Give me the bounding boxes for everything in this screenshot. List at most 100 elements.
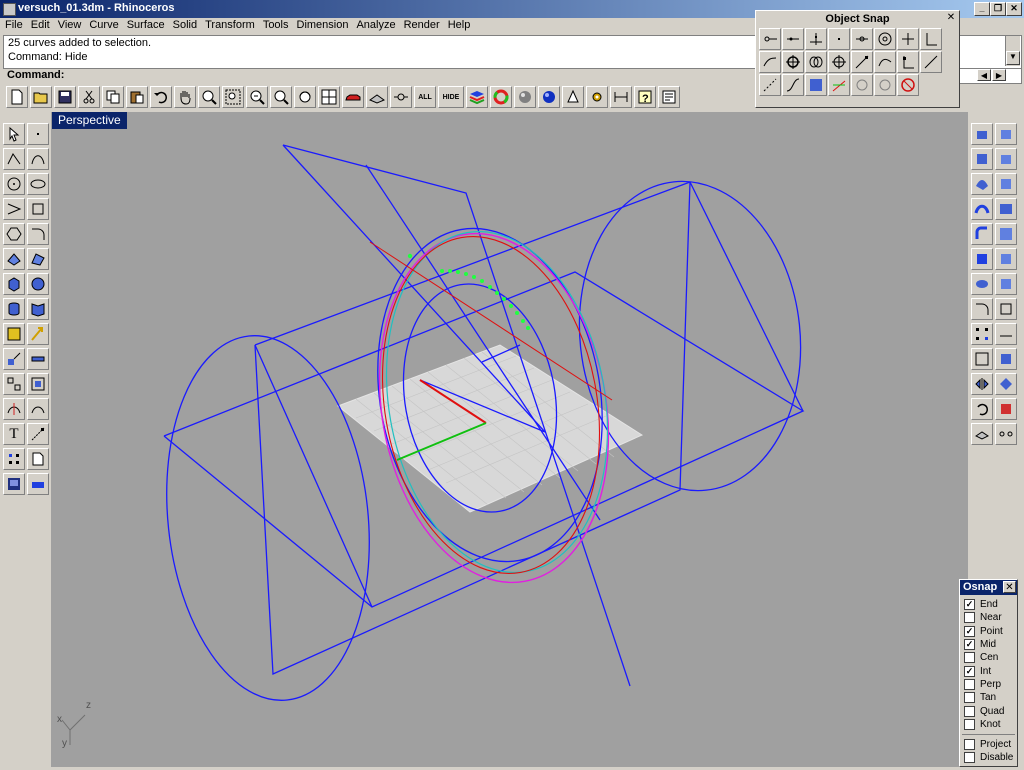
scroll-down-icon[interactable]: ▼ xyxy=(1006,51,1020,65)
cylinder-icon[interactable] xyxy=(3,298,25,320)
osnap-checkbox[interactable] xyxy=(964,752,975,764)
circle-icon[interactable] xyxy=(3,173,25,195)
chamfer-icon[interactable] xyxy=(995,298,1017,320)
viewport-title-perspective[interactable]: Perspective xyxy=(52,112,127,129)
scroll-right-icon[interactable]: ▶ xyxy=(992,69,1006,81)
polyline-icon[interactable] xyxy=(3,148,25,170)
palette-close-button[interactable]: ✕ xyxy=(945,12,957,24)
snap-ortho-icon[interactable] xyxy=(920,51,942,73)
osnap-option-cen[interactable]: Cen xyxy=(960,651,1017,664)
zoom-selected-icon[interactable] xyxy=(270,86,292,108)
zoom-icon[interactable] xyxy=(198,86,220,108)
sweep-icon[interactable] xyxy=(995,148,1017,170)
snap-project-icon[interactable] xyxy=(828,74,850,96)
minimize-button[interactable]: _ xyxy=(974,2,990,16)
control-points-icon[interactable] xyxy=(971,323,993,345)
osnap-option-end[interactable]: ✓ End xyxy=(960,598,1017,611)
rotate-icon[interactable] xyxy=(971,398,993,420)
menu-render[interactable]: Render xyxy=(401,18,443,33)
dimension-tool-icon[interactable] xyxy=(27,423,49,445)
command-line[interactable]: Command: xyxy=(3,68,755,83)
scroll-left-icon[interactable]: ◀ xyxy=(977,69,991,81)
osnap-close-button[interactable]: ✕ xyxy=(1003,581,1016,593)
osnap-option-project[interactable]: Project xyxy=(960,738,1017,751)
menu-file[interactable]: File xyxy=(2,18,26,33)
copy-icon[interactable] xyxy=(102,86,124,108)
show-all-button[interactable]: ALL xyxy=(414,86,436,108)
loft-icon[interactable] xyxy=(995,123,1017,145)
extrude-curve-icon[interactable] xyxy=(995,248,1017,270)
snap-along-icon[interactable] xyxy=(874,51,896,73)
grid-plane-icon[interactable] xyxy=(366,86,388,108)
points-icon[interactable] xyxy=(3,448,25,470)
rebuild-icon[interactable] xyxy=(995,323,1017,345)
snap-perp-icon[interactable] xyxy=(920,28,942,50)
snap-quad-icon[interactable] xyxy=(782,51,804,73)
arc-icon[interactable] xyxy=(3,198,25,220)
render-icon[interactable] xyxy=(3,473,25,495)
plane-surface-icon[interactable] xyxy=(971,248,993,270)
osnap-option-near[interactable]: Near xyxy=(960,611,1017,624)
four-viewports-icon[interactable] xyxy=(318,86,340,108)
offset-surface-icon[interactable] xyxy=(995,223,1017,245)
help-icon[interactable]: ? xyxy=(634,86,656,108)
osnap-option-perp[interactable]: Perp xyxy=(960,678,1017,691)
network-surface-icon[interactable] xyxy=(995,173,1017,195)
menu-edit[interactable]: Edit xyxy=(28,18,53,33)
pipe-icon[interactable] xyxy=(971,223,993,245)
snap-clear-icon[interactable] xyxy=(874,74,896,96)
osnap-checkbox[interactable] xyxy=(964,692,975,704)
revolve-icon[interactable] xyxy=(971,148,993,170)
snap-surface-icon[interactable] xyxy=(805,74,827,96)
object-snap-icon[interactable] xyxy=(390,86,412,108)
undo-icon[interactable] xyxy=(150,86,172,108)
osnap-checkbox[interactable] xyxy=(964,678,975,690)
solid-sphere-icon[interactable] xyxy=(27,273,49,295)
move-icon[interactable] xyxy=(27,323,49,345)
flow-icon[interactable] xyxy=(995,398,1017,420)
orient-icon[interactable] xyxy=(995,373,1017,395)
boolean-icon[interactable] xyxy=(27,348,49,370)
snap-disable-icon[interactable] xyxy=(851,74,873,96)
hide-button[interactable]: HIDE xyxy=(438,86,464,108)
array-icon[interactable] xyxy=(3,373,25,395)
solid-box-icon[interactable] xyxy=(3,273,25,295)
snap-curve-icon[interactable] xyxy=(782,74,804,96)
transform-icon[interactable] xyxy=(3,323,25,345)
snap-points-icon[interactable] xyxy=(995,423,1017,445)
osnap-option-point[interactable]: ✓ Point xyxy=(960,625,1017,638)
menu-view[interactable]: View xyxy=(55,18,85,33)
osnap-option-knot[interactable]: Knot xyxy=(960,718,1017,731)
menu-transform[interactable]: Transform xyxy=(202,18,258,33)
viewport-canvas[interactable]: z x y xyxy=(51,112,968,767)
ellipse-icon[interactable] xyxy=(27,173,49,195)
light-icon[interactable] xyxy=(562,86,584,108)
zoom-extents-icon[interactable] xyxy=(246,86,268,108)
snap-mid-icon[interactable] xyxy=(851,28,873,50)
snap-end-icon[interactable] xyxy=(759,28,781,50)
rotate-view-icon[interactable] xyxy=(294,86,316,108)
rendered-sphere-icon[interactable] xyxy=(538,86,560,108)
history-scrollbar[interactable]: ▼ xyxy=(1005,36,1020,66)
render-car-icon[interactable] xyxy=(342,86,364,108)
save-icon[interactable] xyxy=(54,86,76,108)
snap-near-icon[interactable] xyxy=(782,28,804,50)
color-wheel-icon[interactable] xyxy=(490,86,512,108)
perspective-viewport[interactable]: z x y xyxy=(51,112,968,767)
drafting-icon[interactable] xyxy=(27,473,49,495)
osnap-option-mid[interactable]: ✓ Mid xyxy=(960,638,1017,651)
point-icon[interactable] xyxy=(27,123,49,145)
menu-tools[interactable]: Tools xyxy=(260,18,292,33)
mesh-icon[interactable] xyxy=(27,298,49,320)
snap-grid-points-icon[interactable] xyxy=(759,74,781,96)
osnap-checkbox[interactable] xyxy=(964,652,975,664)
group-icon[interactable] xyxy=(27,373,49,395)
rectangle-icon[interactable] xyxy=(27,198,49,220)
shell-icon[interactable] xyxy=(995,273,1017,295)
match-surface-icon[interactable] xyxy=(995,348,1017,370)
zoom-window-icon[interactable] xyxy=(222,86,244,108)
snap-tan-icon[interactable] xyxy=(759,51,781,73)
blend-surface-icon[interactable] xyxy=(995,198,1017,220)
surface-edit-icon[interactable] xyxy=(27,248,49,270)
osnap-option-quad[interactable]: Quad xyxy=(960,704,1017,717)
